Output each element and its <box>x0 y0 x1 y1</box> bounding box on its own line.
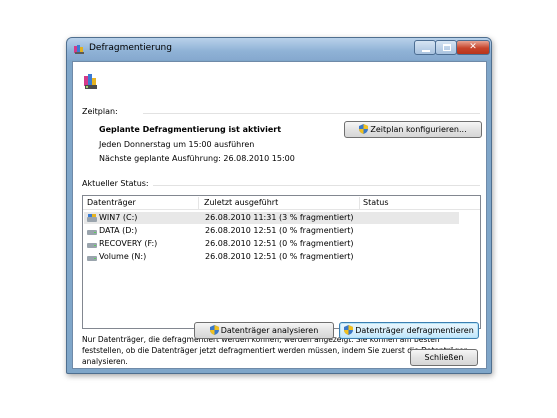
drive-name: DATA (D:) <box>99 226 138 235</box>
drive-last-run: 26.08.2010 11:31 (3 % fragmentiert) <box>205 213 354 222</box>
analyze-drive-button[interactable]: Datenträger analysieren <box>194 322 334 339</box>
close-window-button[interactable]: ✕ <box>456 40 490 55</box>
maximize-button[interactable] <box>435 40 457 55</box>
drive-icon <box>87 230 97 235</box>
drive-name: WIN7 (C:) <box>99 213 138 222</box>
uac-shield-icon <box>209 325 219 335</box>
drive-row[interactable]: RECOVERY (F:) 26.08.2010 12:51 (0 % frag… <box>84 238 459 250</box>
defragmenter-icon <box>84 74 97 89</box>
schedule-frequency-text: Jeden Donnerstag um 15:00 ausführen <box>99 140 255 149</box>
drive-icon <box>87 243 97 248</box>
drive-last-run: 26.08.2010 12:51 (0 % fragmentiert) <box>205 226 354 235</box>
configure-schedule-button[interactable]: Zeitplan konfigurieren... <box>344 121 482 138</box>
uac-shield-icon <box>344 325 354 335</box>
column-header-drive[interactable]: Datenträger <box>87 198 136 207</box>
schedule-status-text: Geplante Defragmentierung ist aktiviert <box>99 125 282 134</box>
drive-row[interactable]: Volume (N:) 26.08.2010 12:51 (0 % fragme… <box>84 251 459 263</box>
close-button-label: Schließen <box>424 353 464 362</box>
minimize-button[interactable] <box>414 40 436 55</box>
system-drive-icon <box>87 214 97 222</box>
configure-schedule-label: Zeitplan konfigurieren... <box>370 125 467 134</box>
title-bar[interactable]: Defragmentierung ✕ <box>67 38 491 60</box>
uac-shield-icon <box>359 124 369 134</box>
current-status-label: Aktueller Status: <box>82 179 149 188</box>
close-button[interactable]: Schließen <box>410 349 478 366</box>
analyze-drive-label: Datenträger analysieren <box>220 326 319 335</box>
drive-list[interactable]: Datenträger Zuletzt ausgeführt Status WI… <box>82 195 481 329</box>
defragment-drive-button[interactable]: Datenträger defragmentieren <box>339 322 479 339</box>
drive-row[interactable]: DATA (D:) 26.08.2010 12:51 (0 % fragment… <box>84 225 459 237</box>
schedule-divider <box>143 113 480 114</box>
column-separator[interactable] <box>198 197 199 209</box>
column-separator[interactable] <box>359 197 360 209</box>
minimize-icon <box>422 50 430 52</box>
defragmenter-icon <box>74 45 84 54</box>
drive-name: RECOVERY (F:) <box>99 239 158 248</box>
drive-last-run: 26.08.2010 12:51 (0 % fragmentiert) <box>205 252 354 261</box>
defragment-drive-label: Datenträger defragmentieren <box>355 326 474 335</box>
status-divider <box>153 185 480 186</box>
drive-last-run: 26.08.2010 12:51 (0 % fragmentiert) <box>205 239 354 248</box>
schedule-section-label: Zeitplan: <box>82 107 118 116</box>
drive-list-header: Datenträger Zuletzt ausgeführt Status <box>83 196 480 210</box>
maximize-icon <box>443 44 451 51</box>
window-title: Defragmentierung <box>89 43 172 53</box>
column-header-status[interactable]: Status <box>363 198 389 207</box>
close-icon: ✕ <box>469 42 477 52</box>
column-header-last-run[interactable]: Zuletzt ausgeführt <box>204 198 278 207</box>
drive-name: Volume (N:) <box>99 252 147 261</box>
next-run-text: Nächste geplante Ausführung: 26.08.2010 … <box>99 154 295 163</box>
drive-icon <box>87 256 97 261</box>
drive-row[interactable]: WIN7 (C:) 26.08.2010 11:31 (3 % fragment… <box>84 212 459 224</box>
